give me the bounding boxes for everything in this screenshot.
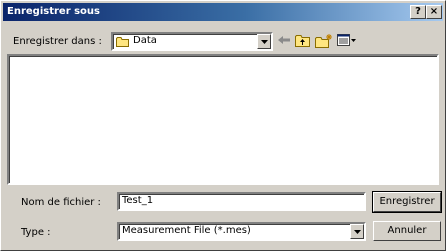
file-list-pane[interactable] xyxy=(7,54,439,185)
filetype-value: Measurement File (*.mes) xyxy=(122,225,251,236)
title-bar[interactable]: Enregistrer sous ? × xyxy=(3,3,443,21)
location-label: Enregistrer dans : xyxy=(13,36,102,47)
location-combo[interactable]: Data xyxy=(111,32,273,51)
up-folder-icon[interactable] xyxy=(295,34,311,50)
save-button[interactable]: Enregistrer xyxy=(372,191,442,213)
filename-value: Test_1 xyxy=(122,195,154,206)
new-folder-icon[interactable] xyxy=(315,34,333,51)
chevron-down-icon[interactable] xyxy=(257,34,271,49)
back-arrow-icon[interactable] xyxy=(277,34,291,49)
help-button[interactable]: ? xyxy=(410,5,426,19)
location-value: Data xyxy=(133,35,157,46)
folder-icon xyxy=(116,36,130,50)
close-button[interactable]: × xyxy=(426,5,442,19)
save-as-dialog: Enregistrer sous ? × Enregistrer dans : … xyxy=(0,0,446,251)
filetype-label: Type : xyxy=(21,227,51,238)
chevron-down-icon[interactable] xyxy=(350,224,364,239)
view-menu-icon[interactable] xyxy=(337,34,357,50)
filename-input[interactable]: Test_1 xyxy=(117,192,366,211)
filetype-select[interactable]: Measurement File (*.mes) xyxy=(117,222,366,241)
window-title: Enregistrer sous xyxy=(7,6,101,17)
filename-label: Nom de fichier : xyxy=(21,197,101,208)
cancel-button[interactable]: Annuler xyxy=(373,221,441,241)
